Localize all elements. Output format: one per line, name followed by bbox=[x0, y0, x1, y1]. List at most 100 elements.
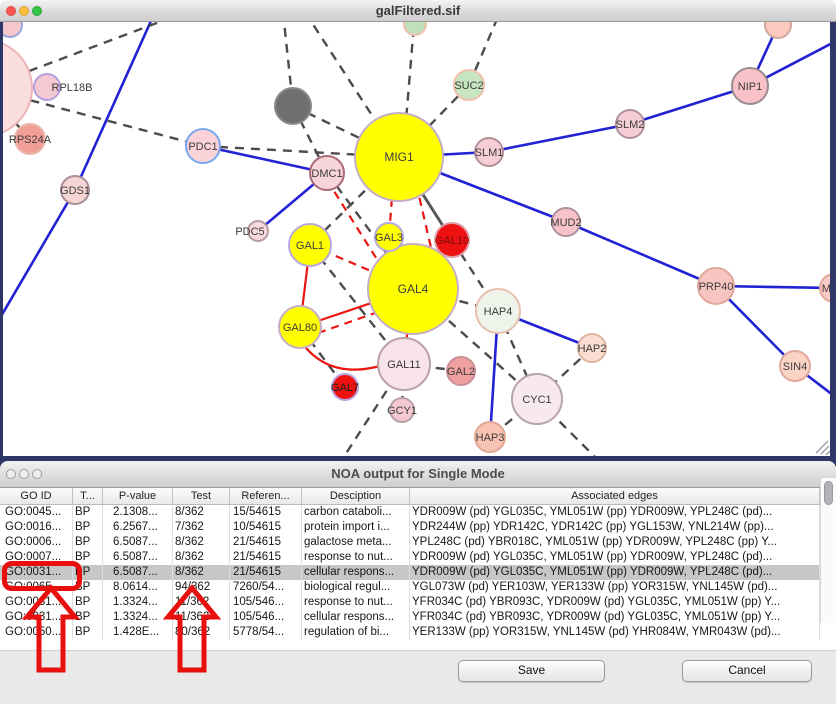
save-button[interactable]: Save bbox=[458, 660, 605, 682]
node-gray-node[interactable] bbox=[275, 88, 311, 124]
cell-go_id: GO:0050... bbox=[0, 625, 73, 640]
cell-associated_edges: YGL073W (pd) YER103W, YER133W (pp) YOR31… bbox=[410, 580, 820, 595]
cell-reference: 21/54615 bbox=[230, 550, 302, 565]
cell-go_id: GO:0065... bbox=[0, 580, 73, 595]
cell-type: BP bbox=[73, 550, 103, 565]
table-row[interactable]: GO:0031...BP1.3324...11/362105/546...cel… bbox=[0, 610, 820, 625]
cell-p_value: 6.2567... bbox=[103, 520, 173, 535]
edge-reddash[interactable] bbox=[318, 312, 378, 333]
scrollbar-thumb[interactable] bbox=[824, 481, 833, 505]
cell-p_value: 1.3324... bbox=[103, 610, 173, 625]
table-row[interactable]: GO:0031...BP1.3324...11/362105/546...res… bbox=[0, 595, 820, 610]
cell-description: regulation of bi... bbox=[302, 625, 410, 640]
column-header-test[interactable]: Test bbox=[173, 488, 230, 504]
cell-type: BP bbox=[73, 625, 103, 640]
cell-test: 11/362 bbox=[173, 595, 230, 610]
cell-p_value: 6.5087... bbox=[103, 550, 173, 565]
cell-go_id: GO:0007... bbox=[0, 550, 73, 565]
node-label-nip1: NIP1 bbox=[738, 81, 762, 93]
cell-reference: 10/54615 bbox=[230, 520, 302, 535]
cell-description: cellular respons... bbox=[302, 610, 410, 625]
cell-type: BP bbox=[73, 505, 103, 520]
edge-blue[interactable] bbox=[0, 190, 75, 318]
node-partial-topleft[interactable] bbox=[0, 22, 22, 37]
cell-p_value: 8.0614... bbox=[103, 580, 173, 595]
cell-associated_edges: YER133W (pp) YOR315W, YNL145W (pd) YHR08… bbox=[410, 625, 820, 640]
network-window-title: galFiltered.sif bbox=[0, 0, 836, 22]
noa-window-titlebar[interactable]: NOA output for Single Mode bbox=[0, 461, 836, 488]
column-header-type[interactable]: T... bbox=[73, 488, 103, 504]
network-graph: RPL18BRPS24AGDS1PDC1MIG1DMC1SUC2SLM1SLM2… bbox=[0, 22, 836, 461]
table-body: GO:0045...BP2.1308...8/36215/54615carbon… bbox=[0, 505, 836, 650]
cell-associated_edges: YDR009W (pd) YGL035C, YML051W (pp) YDR00… bbox=[410, 550, 820, 565]
node-label-gal3: GAL3 bbox=[375, 232, 403, 244]
cell-test: 7/362 bbox=[173, 520, 230, 535]
table-row[interactable]: GO:0016...BP6.2567...7/36210/54615protei… bbox=[0, 520, 820, 535]
edge-blue[interactable] bbox=[203, 146, 327, 173]
network-window-titlebar[interactable]: galFiltered.sif bbox=[0, 0, 836, 22]
table-row[interactable]: GO:0045...BP2.1308...8/36215/54615carbon… bbox=[0, 505, 820, 520]
cell-go_id: GO:0006... bbox=[0, 535, 73, 550]
edge-blue[interactable] bbox=[566, 222, 716, 286]
node-big-left[interactable] bbox=[0, 40, 32, 136]
network-canvas[interactable]: RPL18BRPS24AGDS1PDC1MIG1DMC1SUC2SLM1SLM2… bbox=[0, 22, 836, 461]
node-green-partial[interactable] bbox=[404, 22, 426, 35]
cell-reference: 21/54615 bbox=[230, 535, 302, 550]
node-label-suc2: SUC2 bbox=[454, 80, 483, 92]
resize-grip[interactable] bbox=[816, 441, 830, 455]
node-label-gal80: GAL80 bbox=[283, 322, 317, 334]
cell-description: biological regul... bbox=[302, 580, 410, 595]
node-label-rps24a: RPS24A bbox=[9, 134, 52, 146]
cell-test: 8/362 bbox=[173, 550, 230, 565]
edge-blue[interactable] bbox=[489, 124, 630, 152]
node-label-prp40: PRP40 bbox=[699, 281, 734, 293]
node-label-gal1: GAL1 bbox=[296, 240, 324, 252]
table-row[interactable]: GO:0065...BP8.0614...94/3627260/54...bio… bbox=[0, 580, 820, 595]
node-label-hap2: HAP2 bbox=[578, 343, 607, 355]
cell-type: BP bbox=[73, 580, 103, 595]
column-header-associated_edges[interactable]: Associated edges bbox=[410, 488, 820, 504]
node-label-pdc1: PDC1 bbox=[188, 141, 217, 153]
edge-blue[interactable] bbox=[75, 22, 155, 190]
cell-p_value: 1.428E... bbox=[103, 625, 173, 640]
cell-go_id: GO:0016... bbox=[0, 520, 73, 535]
cell-reference: 15/54615 bbox=[230, 505, 302, 520]
cell-reference: 7260/54... bbox=[230, 580, 302, 595]
cell-description: carbon cataboli... bbox=[302, 505, 410, 520]
node-label-mig1: MIG1 bbox=[384, 150, 414, 164]
cell-type: BP bbox=[73, 595, 103, 610]
cell-description: response to nut... bbox=[302, 550, 410, 565]
table-header: GO IDT...P-valueTestReferen...Desciption… bbox=[0, 488, 836, 505]
cell-p_value: 6.5087... bbox=[103, 565, 173, 580]
cell-associated_edges: YDR009W (pd) YGL035C, YML051W (pp) YDR00… bbox=[410, 505, 820, 520]
table-row[interactable]: GO:0050...BP1.428E...80/3625778/54...reg… bbox=[0, 625, 820, 640]
node-label-rpl18b: RPL18B bbox=[52, 82, 93, 94]
cancel-button[interactable]: Cancel bbox=[682, 660, 812, 682]
column-header-go_id[interactable]: GO ID bbox=[0, 488, 73, 504]
node-label-gds1: GDS1 bbox=[60, 185, 90, 197]
node-pink-partial-topright[interactable] bbox=[765, 22, 791, 38]
column-header-description[interactable]: Desciption bbox=[302, 488, 410, 504]
cell-go_id: GO:0031... bbox=[0, 610, 73, 625]
node-label-gal4: GAL4 bbox=[398, 282, 429, 296]
cell-p_value: 1.3324... bbox=[103, 595, 173, 610]
node-label-slm2: SLM2 bbox=[616, 119, 645, 131]
cell-test: 80/362 bbox=[173, 625, 230, 640]
cell-go_id: GO:0031... bbox=[0, 595, 73, 610]
cell-test: 94/362 bbox=[173, 580, 230, 595]
table-row[interactable]: GO:0031...BP6.5087...8/36221/54615cellul… bbox=[0, 565, 820, 580]
cell-reference: 105/546... bbox=[230, 595, 302, 610]
node-label-mud2: MUD2 bbox=[550, 217, 581, 229]
cell-type: BP bbox=[73, 610, 103, 625]
vertical-scrollbar[interactable] bbox=[820, 478, 836, 623]
table-row[interactable]: GO:0007...BP6.5087...8/36221/54615respon… bbox=[0, 550, 820, 565]
cell-reference: 105/546... bbox=[230, 610, 302, 625]
node-label-dmc1: DMC1 bbox=[311, 168, 342, 180]
node-label-cyc1: CYC1 bbox=[522, 394, 551, 406]
column-header-reference[interactable]: Referen... bbox=[230, 488, 302, 504]
table-row[interactable]: GO:0006...BP6.5087...8/36221/54615galact… bbox=[0, 535, 820, 550]
node-label-gal2: GAL2 bbox=[447, 366, 475, 378]
node-label-hap4: HAP4 bbox=[484, 306, 513, 318]
column-header-p_value[interactable]: P-value bbox=[103, 488, 173, 504]
node-label-gcy1: GCY1 bbox=[387, 405, 417, 417]
